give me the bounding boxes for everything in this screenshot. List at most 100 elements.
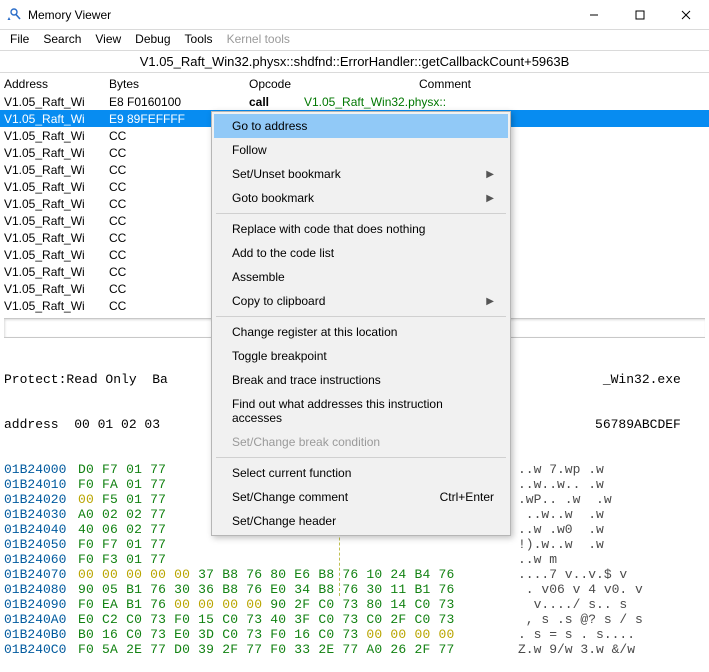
hex-address: 01B24010 (4, 477, 78, 492)
menubar: File Search View Debug Tools Kernel tool… (0, 30, 709, 50)
hex-address: 01B240C0 (4, 642, 78, 657)
hex-row[interactable]: 01B24050F0 F7 01 77!).w..w .w (4, 537, 705, 552)
minimize-button[interactable] (571, 0, 617, 30)
context-item-label: Toggle breakpoint (232, 349, 327, 363)
col-comment[interactable]: Comment (419, 77, 705, 91)
col-address[interactable]: Address (4, 77, 109, 91)
context-item-label: Add to the code list (232, 246, 334, 260)
close-button[interactable] (663, 0, 709, 30)
context-item-label: Replace with code that does nothing (232, 222, 425, 236)
context-separator (216, 457, 506, 458)
hex-ascii: ..w..w.. .w (518, 477, 604, 492)
submenu-arrow-icon: ▶ (486, 296, 494, 307)
disasm-address: V1.05_Raft_Wi (4, 265, 109, 279)
context-item[interactable]: Assemble (214, 265, 508, 289)
context-separator (216, 213, 506, 214)
disasm-address: V1.05_Raft_Wi (4, 95, 109, 109)
hex-row[interactable]: 01B240A0E0 C2 C0 73 F0 15 C0 73 40 3F C0… (4, 612, 705, 627)
context-item-label: Assemble (232, 270, 285, 284)
menu-kernel-tools[interactable]: Kernel tools (227, 32, 290, 46)
hex-ascii: . s = s . s.... (518, 627, 635, 642)
context-item-label: Goto bookmark (232, 191, 314, 205)
hex-ascii: ..w m (518, 552, 557, 567)
hex-ascii: .wP.. .w .w (518, 492, 612, 507)
disasm-address: V1.05_Raft_Wi (4, 129, 109, 143)
context-item-label: Set/Unset bookmark (232, 167, 341, 181)
hex-row[interactable]: 01B2408090 05 B1 76 30 36 B8 76 E0 34 B8… (4, 582, 705, 597)
titlebar: Memory Viewer (0, 0, 709, 30)
hex-address: 01B24040 (4, 522, 78, 537)
hex-ascii: ..w 7.wp .w (518, 462, 604, 477)
context-separator (216, 316, 506, 317)
submenu-arrow-icon: ▶ (486, 169, 494, 180)
context-item-label: Follow (232, 143, 267, 157)
context-item-label: Break and trace instructions (232, 373, 381, 387)
hex-ascii: !).w..w .w (518, 537, 604, 552)
col-opcode[interactable]: Opcode (249, 77, 419, 91)
hex-bytes: F0 EA B1 76 00 00 00 00 90 2F C0 73 80 1… (78, 597, 518, 612)
context-item[interactable]: Set/Change header (214, 509, 508, 533)
context-item[interactable]: Go to address (214, 114, 508, 138)
hex-address: 01B24050 (4, 537, 78, 552)
hex-ascii: ....7 v..v.$ v (518, 567, 627, 582)
context-item-label: Set/Change break condition (232, 435, 380, 449)
context-item-label: Set/Change comment (232, 490, 348, 504)
location-bar[interactable]: V1.05_Raft_Win32.physx::shdfnd::ErrorHan… (0, 50, 709, 73)
hex-bytes: E0 C2 C0 73 F0 15 C0 73 40 3F C0 73 C0 2… (78, 612, 518, 627)
disasm-address: V1.05_Raft_Wi (4, 231, 109, 245)
hex-row[interactable]: 01B2407000 00 00 00 00 37 B8 76 80 E6 B8… (4, 567, 705, 582)
hex-address: 01B24000 (4, 462, 78, 477)
hex-row[interactable]: 01B240C0F0 5A 2E 77 D0 39 2F 77 F0 33 2E… (4, 642, 705, 657)
hex-bytes: F0 F3 01 77 (78, 552, 518, 567)
menu-tools[interactable]: Tools (185, 32, 213, 46)
window-title: Memory Viewer (28, 8, 571, 22)
hex-ascii: . v06 v 4 v0. v (518, 582, 643, 597)
disassembly-header: Address Bytes Opcode Comment (0, 73, 709, 93)
hex-address: 01B24080 (4, 582, 78, 597)
hex-address: 01B24060 (4, 552, 78, 567)
module-label: _Win32.exe (603, 372, 681, 387)
hex-address: 01B24030 (4, 507, 78, 522)
hex-row[interactable]: 01B24060F0 F3 01 77..w m (4, 552, 705, 567)
context-item[interactable]: Break and trace instructions (214, 368, 508, 392)
context-item-label: Copy to clipboard (232, 294, 325, 308)
hex-address: 01B240A0 (4, 612, 78, 627)
disasm-row[interactable]: V1.05_Raft_WiE8 F0160100callV1.05_Raft_W… (0, 93, 709, 110)
menu-debug[interactable]: Debug (135, 32, 170, 46)
window-controls (571, 0, 709, 30)
context-item[interactable]: Select current function (214, 461, 508, 485)
disasm-address: V1.05_Raft_Wi (4, 299, 109, 313)
hex-ascii: , s .s @? s / s (518, 612, 643, 627)
hex-ascii: v..../ s.. s (518, 597, 627, 612)
col-bytes[interactable]: Bytes (109, 77, 249, 91)
context-item[interactable]: Copy to clipboard ▶ (214, 289, 508, 313)
context-item[interactable]: Goto bookmark▶ (214, 186, 508, 210)
hex-row[interactable]: 01B24090F0 EA B1 76 00 00 00 00 90 2F C0… (4, 597, 705, 612)
hex-ascii: ..w..w .w (518, 507, 604, 522)
hex-address: 01B24070 (4, 567, 78, 582)
hex-bytes: F0 5A 2E 77 D0 39 2F 77 F0 33 2E 77 A0 2… (78, 642, 518, 657)
context-item-label: Find out what addresses this instruction… (232, 397, 494, 425)
hex-ascii: ..w .w0 .w (518, 522, 604, 537)
hex-row[interactable]: 01B240B0B0 16 C0 73 E0 3D C0 73 F0 16 C0… (4, 627, 705, 642)
context-item[interactable]: Follow (214, 138, 508, 162)
disasm-address: V1.05_Raft_Wi (4, 146, 109, 160)
hex-address: 01B24090 (4, 597, 78, 612)
context-item: Set/Change break condition (214, 430, 508, 454)
disasm-address: V1.05_Raft_Wi (4, 197, 109, 211)
context-item[interactable]: Toggle breakpoint (214, 344, 508, 368)
menu-view[interactable]: View (95, 32, 121, 46)
context-item[interactable]: Change register at this location (214, 320, 508, 344)
context-item[interactable]: Set/Change commentCtrl+Enter (214, 485, 508, 509)
menu-file[interactable]: File (10, 32, 29, 46)
context-item[interactable]: Replace with code that does nothing (214, 217, 508, 241)
disasm-address: V1.05_Raft_Wi (4, 180, 109, 194)
context-item[interactable]: Add to the code list (214, 241, 508, 265)
disasm-address: V1.05_Raft_Wi (4, 248, 109, 262)
maximize-button[interactable] (617, 0, 663, 30)
menu-search[interactable]: Search (43, 32, 81, 46)
context-item[interactable]: Set/Unset bookmark ▶ (214, 162, 508, 186)
context-item-label: Change register at this location (232, 325, 397, 339)
disasm-address: V1.05_Raft_Wi (4, 163, 109, 177)
context-item[interactable]: Find out what addresses this instruction… (214, 392, 508, 430)
